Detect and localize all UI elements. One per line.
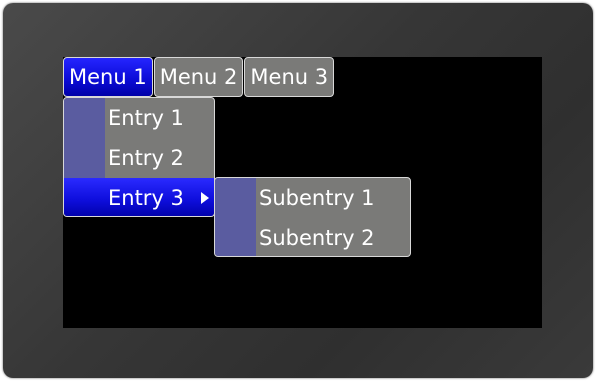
menu-title-3[interactable]: Menu 3 — [244, 57, 335, 97]
menu-entry-label: Entry 2 — [108, 146, 184, 170]
submenu-entry-2[interactable]: Subentry 2 — [215, 218, 410, 256]
menu-title-1[interactable]: Menu 1 — [63, 57, 153, 97]
play-arrow-icon — [201, 192, 209, 204]
submenu-entry-label: Subentry 2 — [259, 226, 375, 250]
entry-3-submenu: Subentry 1 Subentry 2 — [214, 177, 411, 257]
menu-1-dropdown: Entry 1 Entry 2 Entry 3 — [63, 97, 215, 217]
menu-entry-3[interactable]: Entry 3 — [64, 178, 214, 216]
submenu-entry-1[interactable]: Subentry 1 — [215, 178, 410, 218]
menu-title-2[interactable]: Menu 2 — [153, 57, 244, 97]
menu-entry-1[interactable]: Entry 1 — [64, 98, 214, 138]
menu-entry-label: Entry 1 — [108, 106, 184, 130]
menu-bar: Menu 1 Menu 2 Menu 3 — [63, 57, 335, 97]
menu-entry-label: Entry 3 — [108, 186, 184, 210]
submenu-entry-label: Subentry 1 — [259, 186, 375, 210]
menu-entry-2[interactable]: Entry 2 — [64, 138, 214, 178]
